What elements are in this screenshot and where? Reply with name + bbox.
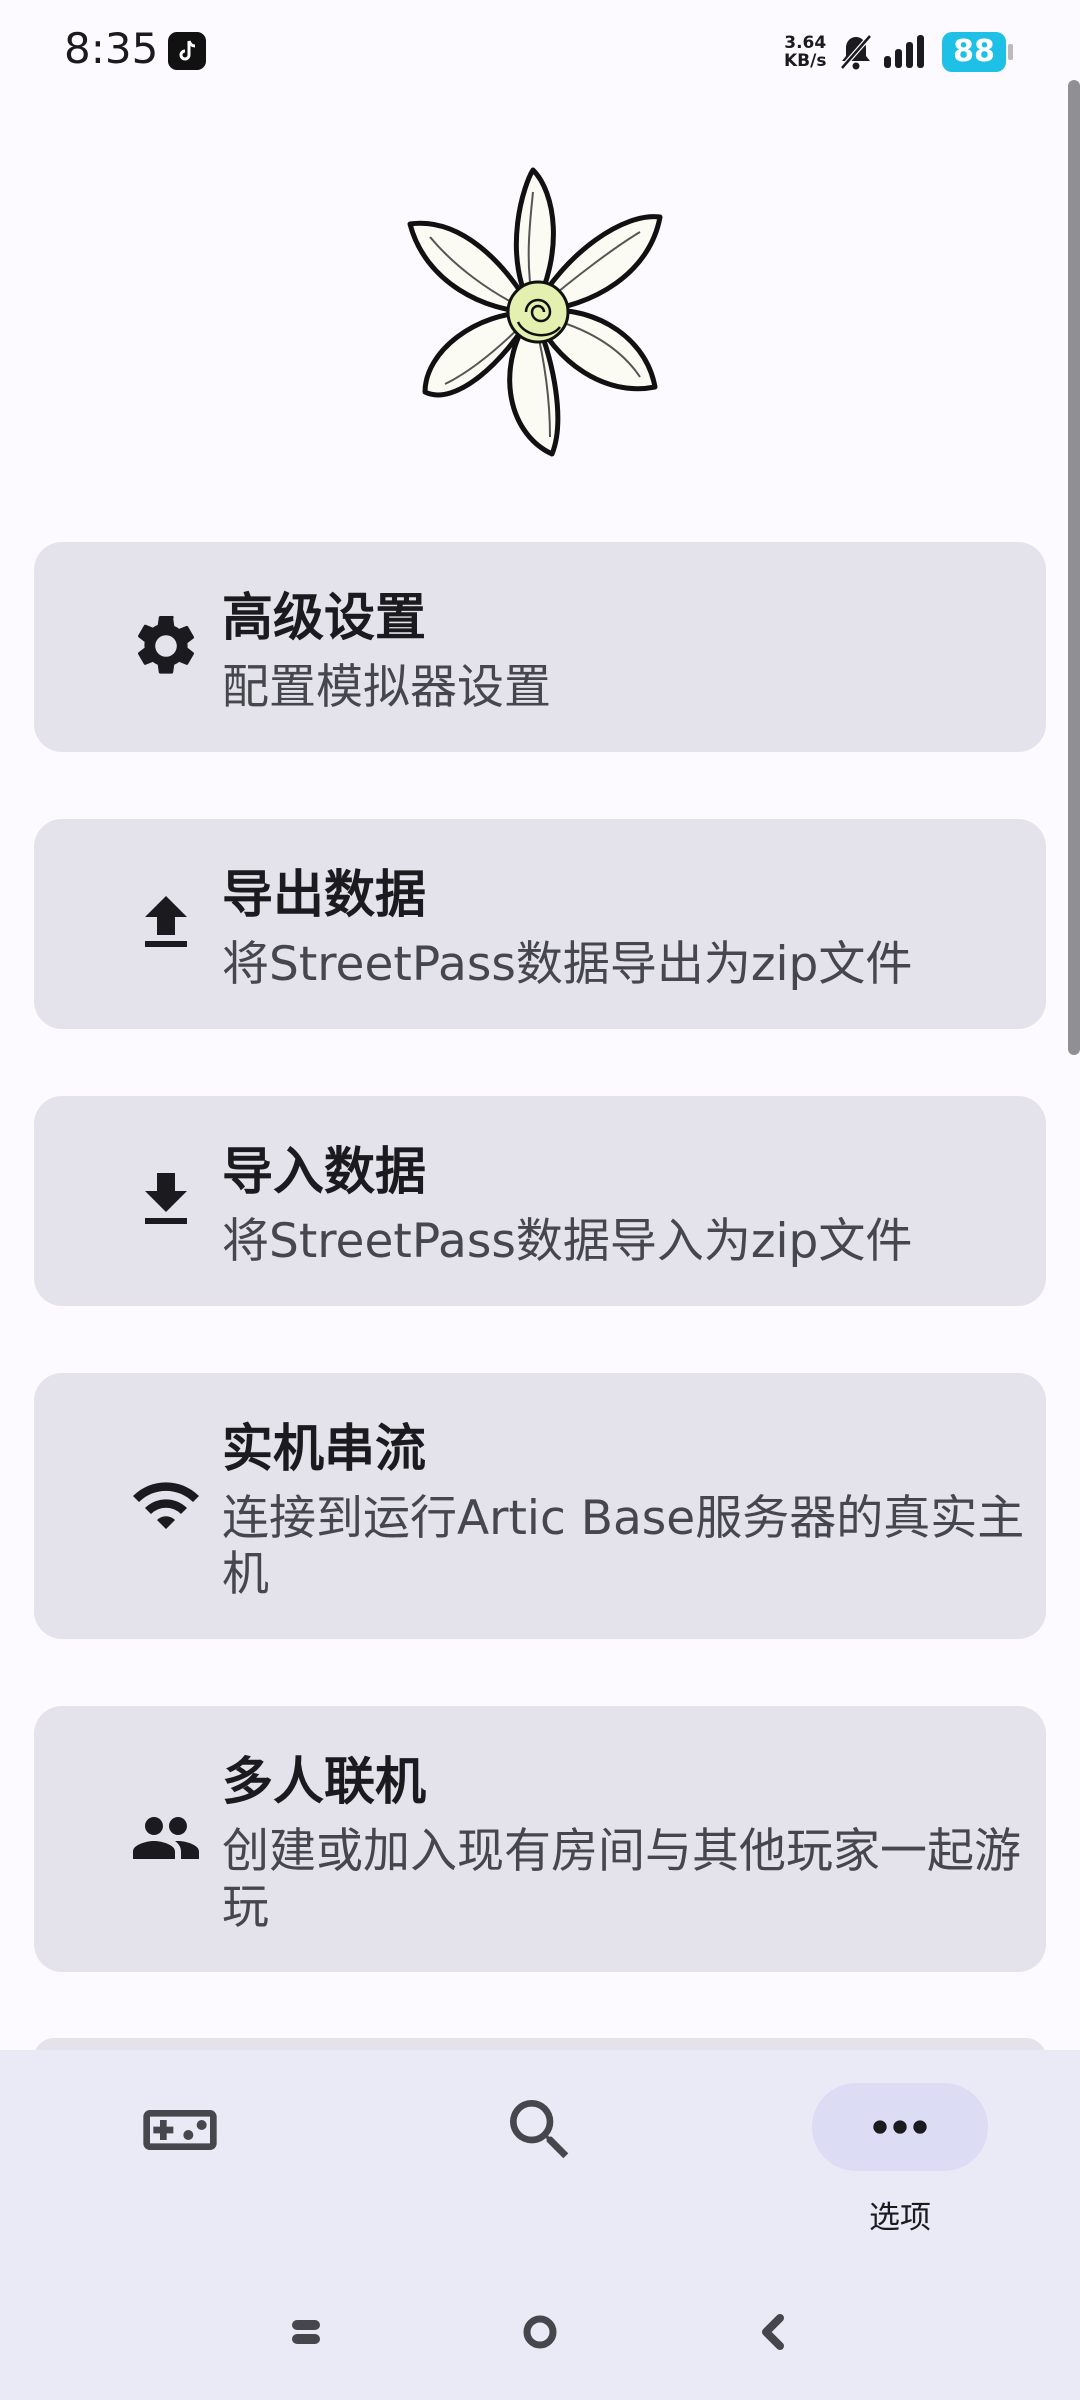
settings-item-artic-base[interactable]: 实机串流 连接到运行Artic Base服务器的真实主机: [34, 1373, 1046, 1639]
settings-item-description: 将StreetPass数据导入为zip文件: [222, 1214, 913, 1269]
net-speed-value: 3.64: [784, 33, 827, 53]
more-icon: [873, 2120, 927, 2134]
recents-icon[interactable]: [286, 2312, 326, 2352]
status-time: 8:35: [64, 24, 159, 73]
settings-item-title: 导出数据: [222, 866, 427, 925]
settings-item-title: 实机串流: [222, 1420, 427, 1479]
status-bar: 8:35 3.64 KB/s 88: [0, 0, 1080, 104]
gear-icon: [137, 615, 195, 674]
back-icon[interactable]: [754, 2312, 794, 2352]
settings-item-description: 连接到运行Artic Base服务器的真实主机: [222, 1491, 1025, 1602]
net-speed: 3.64 KB/s: [784, 34, 826, 70]
nav-label-options: 选项: [869, 2200, 931, 2236]
gamepad-icon: [143, 2110, 217, 2150]
signal-icon: [884, 35, 924, 68]
tiktok-icon: [168, 32, 206, 70]
settings-item-description: 将StreetPass数据导出为zip文件: [222, 937, 913, 992]
nav-item-search[interactable]: [500, 2090, 580, 2170]
bottom-navigation: 选项: [0, 2050, 1080, 2400]
settings-item-advanced[interactable]: 高级设置 配置模拟器设置: [34, 542, 1046, 752]
nav-item-games[interactable]: [140, 2090, 220, 2170]
scrollbar[interactable]: [1068, 80, 1080, 1055]
battery-nub: [1008, 44, 1013, 60]
settings-item-description: 创建或加入现有房间与其他玩家一起游玩: [222, 1824, 1021, 1935]
battery-level: 88: [942, 32, 1006, 72]
nav-item-options[interactable]: [812, 2083, 988, 2171]
settings-item-import[interactable]: 导入数据 将StreetPass数据导入为zip文件: [34, 1096, 1046, 1306]
bell-muted-icon: [840, 34, 872, 70]
settings-item-title: 导入数据: [222, 1143, 427, 1202]
search-icon: [510, 2100, 569, 2159]
wifi-icon: [133, 1482, 199, 1529]
download-icon: [145, 1173, 187, 1224]
settings-item-title: 多人联机: [222, 1753, 427, 1812]
upload-icon: [145, 896, 187, 947]
app-logo: [407, 167, 663, 457]
settings-item-title: 高级设置: [222, 589, 427, 648]
people-icon: [133, 1817, 199, 1859]
net-speed-unit: KB/s: [784, 51, 827, 71]
settings-item-export[interactable]: 导出数据 将StreetPass数据导出为zip文件: [34, 819, 1046, 1029]
battery-indicator: 88: [942, 32, 1013, 72]
home-icon[interactable]: [520, 2312, 560, 2352]
settings-item-description: 配置模拟器设置: [222, 660, 551, 715]
settings-item-multiplayer[interactable]: 多人联机 创建或加入现有房间与其他玩家一起游玩: [34, 1706, 1046, 1972]
